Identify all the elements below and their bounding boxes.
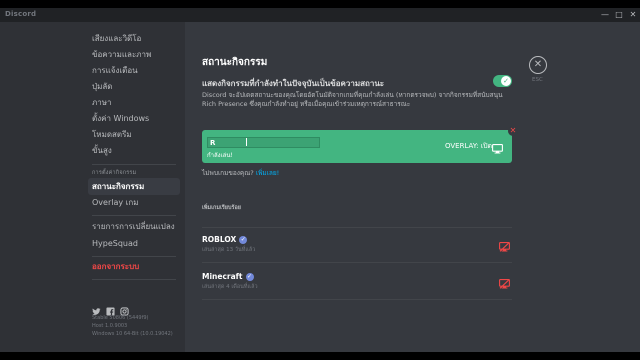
game-name-input[interactable]: [207, 137, 320, 148]
close-window-button[interactable]: ✕: [626, 8, 640, 22]
add-game-link[interactable]: เพิ่มเลย!: [256, 169, 279, 177]
verified-icon: ✓: [245, 273, 254, 281]
sidebar-item-hypesquad[interactable]: HypeSquad: [88, 235, 180, 252]
version-stable: Stable 50806 (5449f9): [92, 315, 149, 321]
settings-sidebar: เสียงและวิดีโอ ข้อความและภาพ การแจ้งเตือ…: [0, 22, 185, 352]
divider: [202, 227, 512, 228]
sidebar-item-game-overlay[interactable]: Overlay เกม: [88, 194, 180, 211]
social-links: [92, 301, 129, 316]
check-icon: ✓: [501, 76, 511, 86]
discord-window: Discord — □ ✕ เสียงและวิดีโอ ข้อความและภ…: [0, 8, 640, 352]
overlay-disabled-icon[interactable]: [499, 274, 510, 293]
last-played: เล่นล่าสุด 4 เดือนที่แล้ว: [202, 284, 258, 290]
version-os: Windows 10 64-Bit (10.0.19042): [92, 331, 173, 337]
sidebar-section-header: การตั้งค่ากิจกรรม: [92, 170, 137, 176]
game-row: ROBLOX ✓ เล่นล่าสุด 13 วันที่แล้ว: [202, 235, 512, 265]
maximize-button[interactable]: □: [612, 8, 626, 22]
sidebar-item-advanced[interactable]: ขั้นสูง: [88, 142, 180, 159]
not-seeing-text: ไม่พบเกมของคุณ?: [202, 169, 254, 177]
facebook-icon[interactable]: [106, 301, 115, 316]
sidebar-divider: [92, 256, 176, 257]
minimize-button[interactable]: —: [598, 8, 612, 22]
verified-icon: ✓: [239, 236, 248, 244]
esc-label: ESC: [532, 77, 543, 83]
sidebar-divider: [92, 279, 176, 280]
close-icon: ✕: [533, 59, 543, 70]
twitter-icon[interactable]: [92, 301, 101, 315]
sidebar-item-streamer-mode[interactable]: โหมดสตรีม: [88, 126, 180, 143]
logout-button[interactable]: ออกจากระบบ: [88, 258, 180, 275]
settings-content: สถานะกิจกรรม แสดงกิจกรรมที่กำลังทำในปัจจ…: [185, 22, 640, 352]
divider: [202, 262, 512, 263]
display-activity-label: แสดงกิจกรรมที่กำลังทำในปัจจุบันเป็นข้อคว…: [202, 79, 385, 88]
sidebar-item-voice-video[interactable]: เสียงและวิดีโอ: [88, 30, 180, 47]
window-title: Discord: [5, 10, 37, 18]
game-name: Minecraft ✓: [202, 272, 254, 281]
page-title: สถานะกิจกรรม: [202, 57, 268, 68]
remove-game-button[interactable]: ✕: [508, 126, 518, 136]
last-played: เล่นล่าสุด 13 วันที่แล้ว: [202, 247, 256, 253]
game-name: ROBLOX ✓: [202, 235, 248, 244]
title-bar: Discord — □ ✕: [0, 8, 640, 22]
game-row: Minecraft ✓ เล่นล่าสุด 4 เดือนที่แล้ว: [202, 272, 512, 302]
added-games-header: เพิ่มเกมเรียบร้อย: [202, 205, 241, 211]
display-activity-description: Discord จะอัปเดตสถานะของคุณโดยอัตโนมัติจ…: [202, 91, 503, 108]
sidebar-item-change-log[interactable]: รายการการเปลี่ยนแปลง: [88, 218, 180, 235]
divider: [202, 299, 512, 300]
sidebar-item-keybinds[interactable]: ปุ่มลัด: [88, 78, 180, 95]
close-settings-button[interactable]: ✕: [529, 56, 547, 74]
sidebar-item-notifications[interactable]: การแจ้งเตือน: [88, 62, 180, 79]
sidebar-item-windows-settings[interactable]: ตั้งค่า Windows: [88, 110, 180, 127]
sidebar-divider: [92, 164, 176, 165]
current-game-card: กำลังเล่น! OVERLAY: เปิด ✕: [202, 126, 518, 163]
not-seeing-game: ไม่พบเกมของคุณ? เพิ่มเลย!: [202, 168, 279, 178]
overlay-status: OVERLAY: เปิด: [445, 142, 493, 150]
overlay-disabled-icon[interactable]: [499, 237, 510, 256]
version-host: Host 1.0.9003: [92, 323, 128, 329]
sidebar-item-text-images[interactable]: ข้อความและภาพ: [88, 46, 180, 63]
text-cursor: [246, 138, 247, 146]
sidebar-item-activity-status[interactable]: สถานะกิจกรรม: [88, 178, 180, 195]
now-playing-label: กำลังเล่น!: [207, 152, 233, 159]
instagram-icon[interactable]: [120, 301, 129, 316]
monitor-icon[interactable]: [492, 139, 503, 158]
sidebar-item-language[interactable]: ภาษา: [88, 94, 180, 111]
sidebar-divider: [92, 215, 176, 216]
display-activity-toggle[interactable]: ✓: [493, 75, 512, 87]
